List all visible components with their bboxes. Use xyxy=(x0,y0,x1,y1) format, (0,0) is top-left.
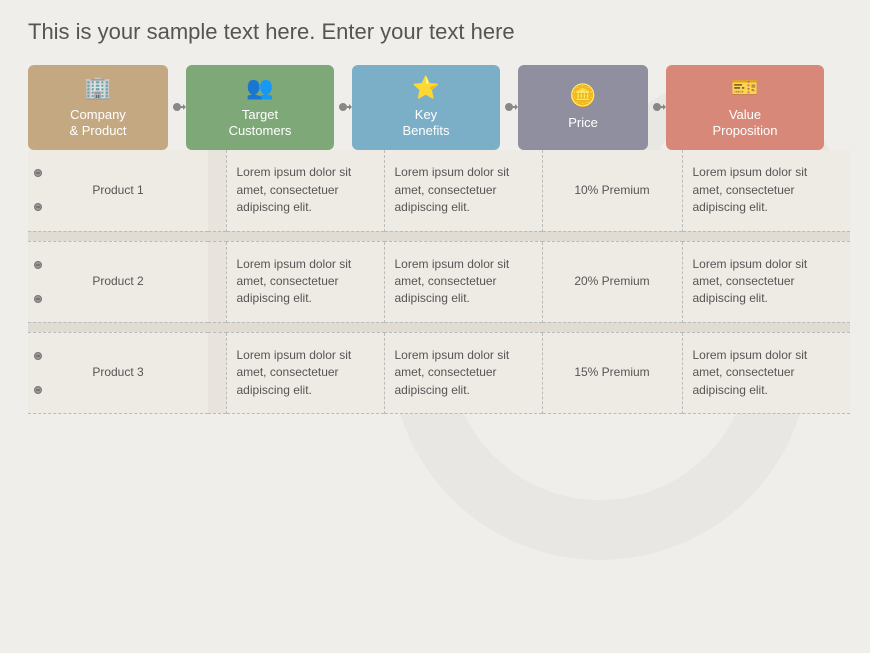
header-company-label: Company& Product xyxy=(69,107,126,141)
screw xyxy=(34,352,42,360)
product-name-1: Product 1 xyxy=(28,150,208,231)
star-icon: ⭐ xyxy=(412,75,439,101)
separator-row xyxy=(28,322,850,332)
row1-price: 10% Premium xyxy=(542,150,682,231)
arrow-4 xyxy=(648,65,666,151)
arrow-2 xyxy=(334,65,352,151)
product-name-3: Product 3 xyxy=(28,332,208,413)
row1-benefits: Lorem ipsum dolor sit amet, consectetuer… xyxy=(384,150,542,231)
product-name-2: Product 2 xyxy=(28,241,208,322)
row3-price: 15% Premium xyxy=(542,332,682,413)
arrow-3 xyxy=(500,65,518,151)
screw xyxy=(34,295,42,303)
page: This is your sample text here. Enter you… xyxy=(0,0,870,653)
spacer xyxy=(208,241,226,322)
table-row: Product 3 Lorem ipsum dolor sit amet, co… xyxy=(28,332,850,413)
header-price-label: Price xyxy=(568,115,598,132)
value-icon: 🎫 xyxy=(731,75,758,101)
header-row: 🏢 Company& Product 👥 TargetCustomers ⭐ K… xyxy=(28,65,842,151)
row1-value: Lorem ipsum dolor sit amet, consectetuer… xyxy=(682,150,850,231)
row2-benefits: Lorem ipsum dolor sit amet, consectetuer… xyxy=(384,241,542,322)
screw xyxy=(34,169,42,177)
spacer xyxy=(208,332,226,413)
screws-2 xyxy=(34,242,42,322)
screws-1 xyxy=(34,150,42,230)
header-customers-label: TargetCustomers xyxy=(229,107,292,141)
row3-benefits: Lorem ipsum dolor sit amet, consectetuer… xyxy=(384,332,542,413)
price-icon: 🪙 xyxy=(569,83,596,109)
header-company: 🏢 Company& Product xyxy=(28,65,168,151)
building-icon: 🏢 xyxy=(84,75,111,101)
row2-value: Lorem ipsum dolor sit amet, consectetuer… xyxy=(682,241,850,322)
table-row: Product 2 Lorem ipsum dolor sit amet, co… xyxy=(28,241,850,322)
screw xyxy=(34,386,42,394)
row2-price: 20% Premium xyxy=(542,241,682,322)
separator-row xyxy=(28,231,850,241)
screws-3 xyxy=(34,333,42,413)
spacer xyxy=(208,150,226,231)
row1-customers: Lorem ipsum dolor sit amet, consectetuer… xyxy=(226,150,384,231)
row2-customers: Lorem ipsum dolor sit amet, consectetuer… xyxy=(226,241,384,322)
data-table: Product 1 Lorem ipsum dolor sit amet, co… xyxy=(28,150,850,414)
row3-value: Lorem ipsum dolor sit amet, consectetuer… xyxy=(682,332,850,413)
arrow-1 xyxy=(168,65,186,151)
header-price: 🪙 Price xyxy=(518,65,648,151)
header-benefits: ⭐ KeyBenefits xyxy=(352,65,500,151)
row3-customers: Lorem ipsum dolor sit amet, consectetuer… xyxy=(226,332,384,413)
screw xyxy=(34,261,42,269)
header-value: 🎫 ValueProposition xyxy=(666,65,824,151)
header-customers: 👥 TargetCustomers xyxy=(186,65,334,151)
header-value-label: ValueProposition xyxy=(712,107,777,141)
page-title: This is your sample text here. Enter you… xyxy=(28,18,842,47)
header-benefits-label: KeyBenefits xyxy=(403,107,450,141)
screw xyxy=(34,203,42,211)
customers-icon: 👥 xyxy=(246,75,273,101)
table-row: Product 1 Lorem ipsum dolor sit amet, co… xyxy=(28,150,850,231)
